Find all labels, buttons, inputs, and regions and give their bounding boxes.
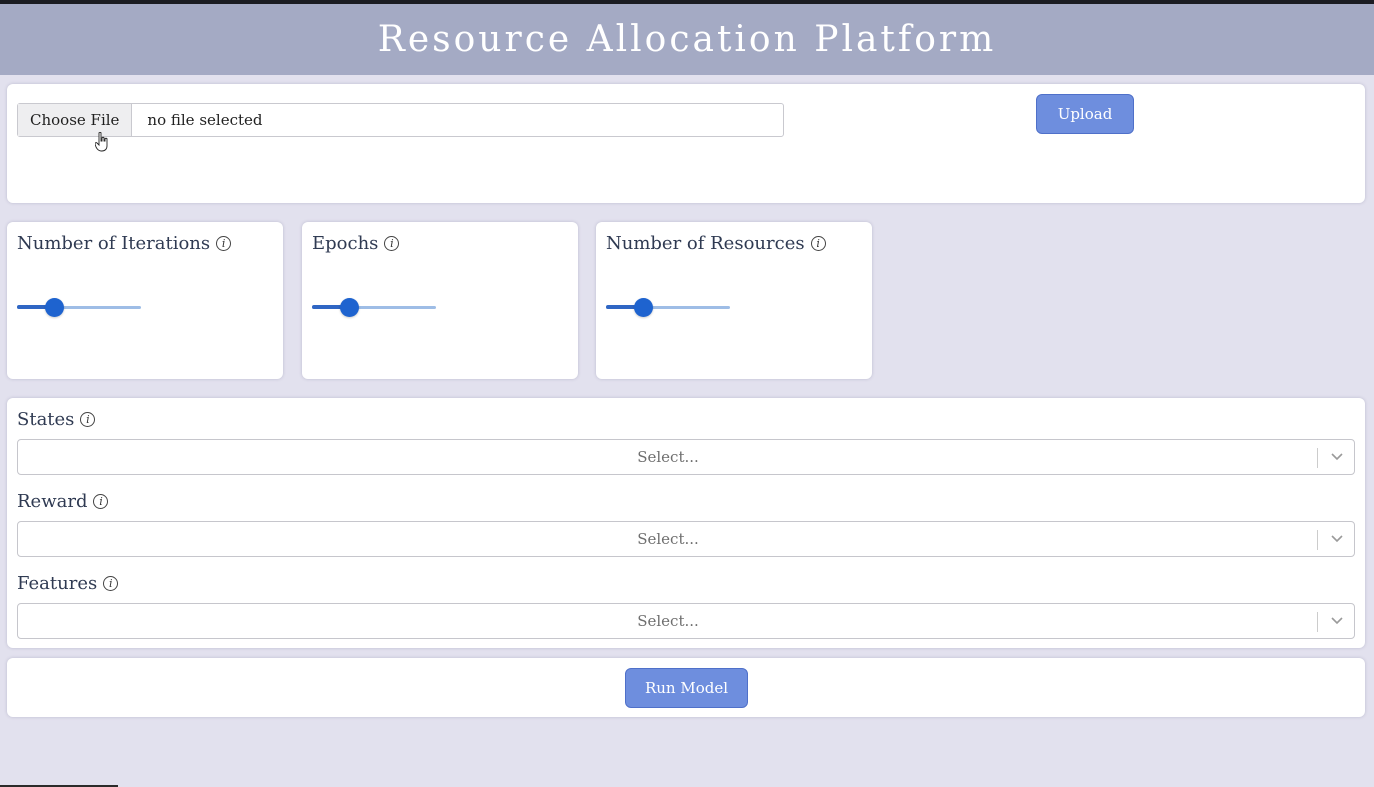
states-field-label: States i xyxy=(17,409,96,430)
info-icon[interactable]: i xyxy=(103,576,119,591)
run-model-button[interactable]: Run Model xyxy=(625,668,748,708)
upload-button[interactable]: Upload xyxy=(1036,94,1134,134)
chevron-down-icon[interactable] xyxy=(1330,533,1344,545)
app-header: Resource Allocation Platform xyxy=(0,4,1374,75)
iterations-slider[interactable] xyxy=(17,297,141,317)
slider-thumb[interactable] xyxy=(45,298,64,317)
states-select[interactable]: Select... xyxy=(17,439,1355,475)
info-icon[interactable]: i xyxy=(810,236,826,251)
select-placeholder: Select... xyxy=(637,612,699,630)
epochs-card: Epochs i xyxy=(302,222,578,379)
select-separator xyxy=(1317,612,1318,632)
hand-cursor-icon xyxy=(95,132,108,152)
info-icon[interactable]: i xyxy=(216,236,232,251)
chevron-down-icon[interactable] xyxy=(1330,615,1344,627)
reward-label: Reward xyxy=(17,491,88,512)
chevron-down-icon[interactable] xyxy=(1330,451,1344,463)
select-separator xyxy=(1317,448,1318,468)
slider-thumb[interactable] xyxy=(340,298,359,317)
features-select[interactable]: Select... xyxy=(17,603,1355,639)
select-placeholder: Select... xyxy=(637,448,699,466)
features-field-label: Features i xyxy=(17,573,119,594)
choose-file-button[interactable]: Choose File xyxy=(18,104,133,136)
epochs-title: Epochs i xyxy=(312,233,400,254)
select-card: States i Select... Reward i Select... Fe… xyxy=(7,398,1365,648)
features-label: Features xyxy=(17,573,98,594)
select-separator xyxy=(1317,530,1318,550)
file-input[interactable]: Choose File no file selected xyxy=(17,103,784,137)
reward-select[interactable]: Select... xyxy=(17,521,1355,557)
iterations-title: Number of Iterations i xyxy=(17,233,232,254)
epochs-label: Epochs xyxy=(312,233,379,254)
resources-label: Number of Resources xyxy=(606,233,805,254)
resources-card: Number of Resources i xyxy=(596,222,872,379)
info-icon[interactable]: i xyxy=(93,494,109,509)
states-label: States xyxy=(17,409,75,430)
iterations-card: Number of Iterations i xyxy=(7,222,283,379)
info-icon[interactable]: i xyxy=(80,412,96,427)
select-placeholder: Select... xyxy=(637,530,699,548)
info-icon[interactable]: i xyxy=(384,236,400,251)
slider-thumb[interactable] xyxy=(634,298,653,317)
upload-card: Choose File no file selected xyxy=(7,84,1365,203)
file-status: no file selected xyxy=(147,111,263,129)
resources-title: Number of Resources i xyxy=(606,233,826,254)
resources-slider[interactable] xyxy=(606,297,730,317)
epochs-slider[interactable] xyxy=(312,297,436,317)
iterations-label: Number of Iterations xyxy=(17,233,211,254)
page-title: Resource Allocation Platform xyxy=(377,19,997,60)
reward-field-label: Reward i xyxy=(17,491,109,512)
